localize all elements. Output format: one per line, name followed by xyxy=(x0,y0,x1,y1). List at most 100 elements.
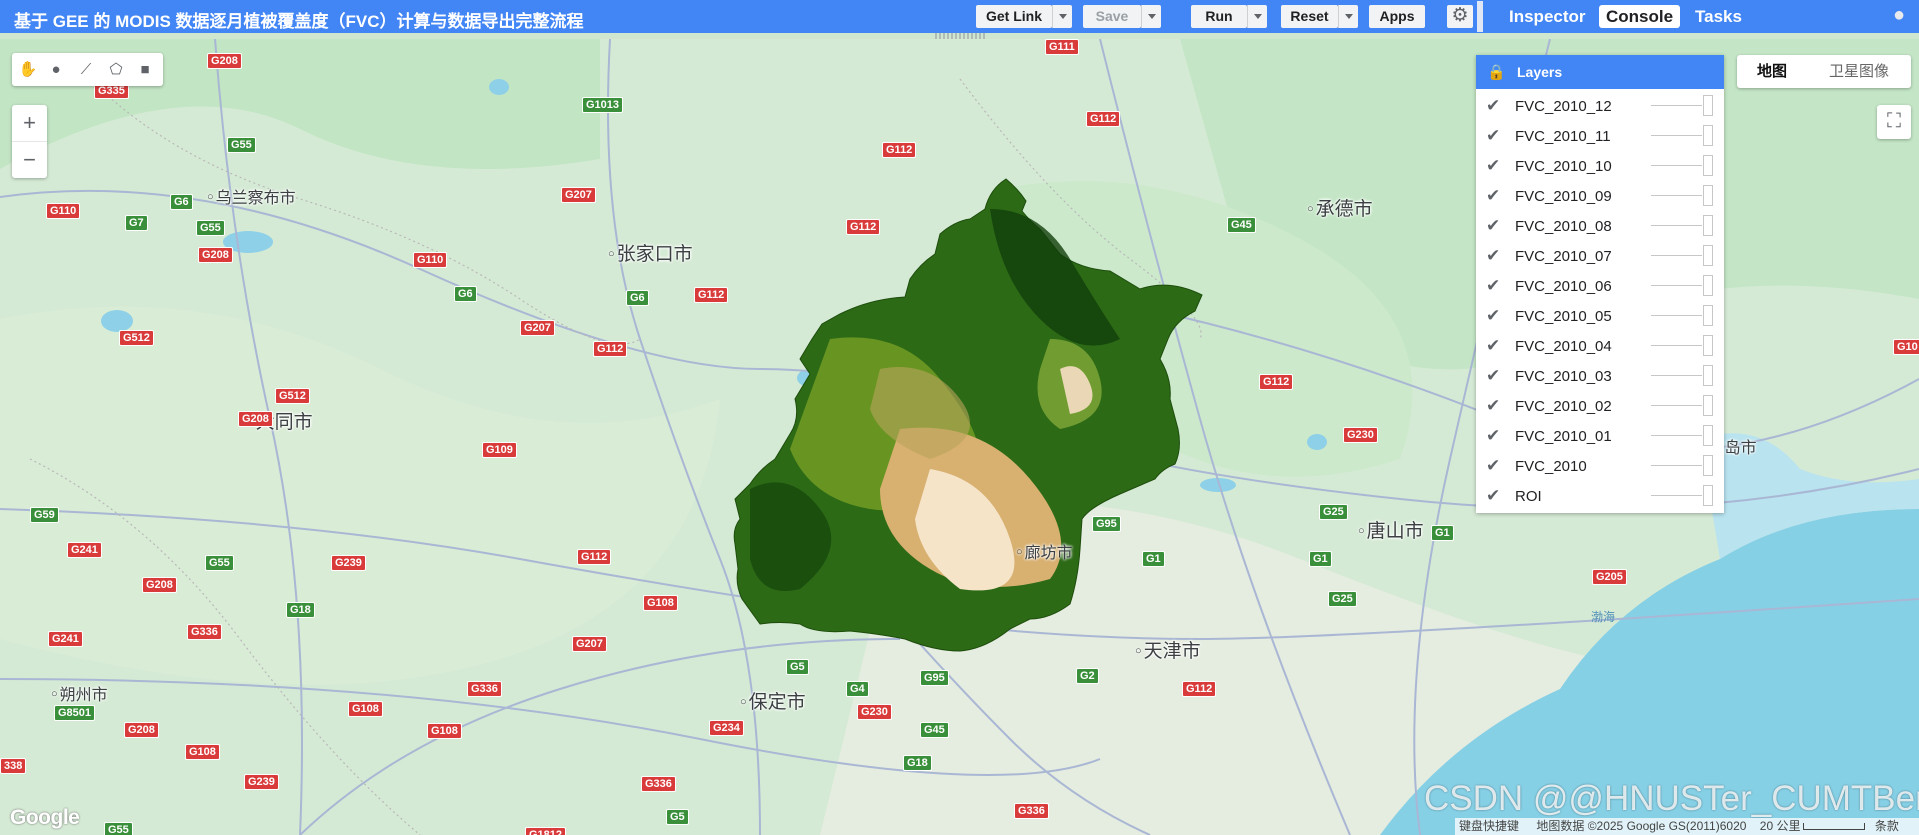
layer-opacity-knob[interactable] xyxy=(1703,95,1713,116)
layer-opacity-slider[interactable] xyxy=(1651,165,1702,166)
layer-opacity-slider[interactable] xyxy=(1651,465,1702,466)
reset-dropdown-icon[interactable] xyxy=(1338,5,1358,28)
layer-name: FVC_2010_02 xyxy=(1515,398,1612,415)
keyboard-shortcuts-link[interactable]: 键盘快捷键 xyxy=(1459,819,1519,833)
layer-opacity-knob[interactable] xyxy=(1703,335,1713,356)
layer-row[interactable]: ✔ FVC_2010_08 xyxy=(1476,211,1724,241)
layer-row[interactable]: ✔ FVC_2010_07 xyxy=(1476,241,1724,271)
highway-shield: G25 xyxy=(1319,504,1348,520)
tab-inspector[interactable]: Inspector xyxy=(1502,5,1593,28)
highway-shield: G230 xyxy=(1343,427,1378,443)
layer-visibility-checkbox[interactable]: ✔ xyxy=(1486,487,1504,505)
layer-visibility-checkbox[interactable]: ✔ xyxy=(1486,247,1504,265)
layer-row[interactable]: ✔ FVC_2010_09 xyxy=(1476,181,1724,211)
line-draw-icon[interactable]: ⟋ xyxy=(75,60,97,80)
layer-row[interactable]: ✔ FVC_2010_05 xyxy=(1476,301,1724,331)
layer-name: FVC_2010_05 xyxy=(1515,308,1612,325)
layer-visibility-checkbox[interactable]: ✔ xyxy=(1486,217,1504,235)
layer-row[interactable]: ✔ FVC_2010_03 xyxy=(1476,361,1724,391)
layer-opacity-slider[interactable] xyxy=(1651,105,1702,106)
layer-opacity-knob[interactable] xyxy=(1703,485,1713,506)
layer-name: FVC_2010_03 xyxy=(1515,368,1612,385)
layer-opacity-knob[interactable] xyxy=(1703,395,1713,416)
layer-row[interactable]: ✔ FVC_2010_02 xyxy=(1476,391,1724,421)
zoom-in-icon[interactable]: + xyxy=(12,105,47,141)
layer-opacity-slider[interactable] xyxy=(1651,285,1702,286)
layer-opacity-slider[interactable] xyxy=(1651,195,1702,196)
highway-shield: G2 xyxy=(1076,668,1099,684)
run-dropdown-icon[interactable] xyxy=(1247,5,1267,28)
zoom-out-icon[interactable]: − xyxy=(12,141,47,178)
run-button[interactable]: Run xyxy=(1191,5,1247,28)
layer-opacity-knob[interactable] xyxy=(1703,425,1713,446)
reset-button[interactable]: Reset xyxy=(1281,5,1338,28)
layer-opacity-knob[interactable] xyxy=(1703,275,1713,296)
layer-opacity-slider[interactable] xyxy=(1651,225,1702,226)
layer-visibility-checkbox[interactable]: ✔ xyxy=(1486,97,1504,115)
layer-opacity-knob[interactable] xyxy=(1703,305,1713,326)
layer-opacity-knob[interactable] xyxy=(1703,155,1713,176)
save-button[interactable]: Save xyxy=(1083,5,1141,28)
polygon-draw-icon[interactable]: ⬠ xyxy=(105,60,127,80)
layer-row[interactable]: ✔ FVC_2010_10 xyxy=(1476,151,1724,181)
fullscreen-icon[interactable]: ⛶ xyxy=(1877,105,1911,139)
get-link-dropdown-icon[interactable] xyxy=(1052,5,1072,28)
layer-row[interactable]: ✔ FVC_2010_01 xyxy=(1476,421,1724,451)
layer-opacity-slider[interactable] xyxy=(1651,405,1702,406)
terms-link[interactable]: 条款 xyxy=(1875,819,1899,833)
get-link-button[interactable]: Get Link xyxy=(976,5,1052,28)
tab-console[interactable]: Console xyxy=(1599,5,1681,28)
layer-opacity-slider[interactable] xyxy=(1651,435,1702,436)
apps-button[interactable]: Apps xyxy=(1369,5,1425,28)
map-type-satellite-button[interactable]: 卫星图像 xyxy=(1807,55,1911,88)
highway-shield: G5 xyxy=(786,659,809,675)
highway-shield: G230 xyxy=(857,704,892,720)
map-type-map-button[interactable]: 地图 xyxy=(1737,55,1807,88)
layer-row[interactable]: ✔ FVC_2010 xyxy=(1476,451,1724,481)
layer-opacity-knob[interactable] xyxy=(1703,245,1713,266)
panel-resize-handle[interactable] xyxy=(1477,1,1483,32)
layer-opacity-slider[interactable] xyxy=(1651,315,1702,316)
rectangle-draw-icon[interactable]: ■ xyxy=(134,60,156,80)
layer-opacity-knob[interactable] xyxy=(1703,185,1713,206)
highway-shield: G110 xyxy=(46,203,81,219)
settings-gear-icon[interactable]: ⚙ xyxy=(1447,5,1473,28)
layer-row[interactable]: ✔ FVC_2010_06 xyxy=(1476,271,1724,301)
layer-visibility-checkbox[interactable]: ✔ xyxy=(1486,277,1504,295)
layer-opacity-slider[interactable] xyxy=(1651,255,1702,256)
layer-visibility-checkbox[interactable]: ✔ xyxy=(1486,427,1504,445)
layer-visibility-checkbox[interactable]: ✔ xyxy=(1486,187,1504,205)
map-resize-handle[interactable] xyxy=(935,33,985,39)
layer-opacity-knob[interactable] xyxy=(1703,125,1713,146)
tab-tasks[interactable]: Tasks xyxy=(1688,5,1749,28)
layer-visibility-checkbox[interactable]: ✔ xyxy=(1486,397,1504,415)
lock-icon[interactable]: 🔒 xyxy=(1487,63,1506,81)
layer-opacity-slider[interactable] xyxy=(1651,495,1702,496)
layers-header[interactable]: 🔒 Layers xyxy=(1476,55,1724,89)
layer-name: FVC_2010 xyxy=(1515,458,1587,475)
save-dropdown-icon[interactable] xyxy=(1141,5,1161,28)
layer-opacity-knob[interactable] xyxy=(1703,455,1713,476)
layer-opacity-slider[interactable] xyxy=(1651,135,1702,136)
layer-opacity-slider[interactable] xyxy=(1651,345,1702,346)
highway-shield: G112 xyxy=(593,341,628,357)
layer-visibility-checkbox[interactable]: ✔ xyxy=(1486,337,1504,355)
pan-hand-icon[interactable]: ✋ xyxy=(17,60,39,80)
layer-row[interactable]: ✔ FVC_2010_11 xyxy=(1476,121,1724,151)
highway-shield: G234 xyxy=(709,720,744,736)
account-avatar-icon[interactable]: ● xyxy=(1893,3,1915,29)
map-data-text: 地图数据 ©2025 Google GS(2011)6020 xyxy=(1536,819,1747,833)
layer-row[interactable]: ✔ FVC_2010_12 xyxy=(1476,91,1724,121)
layer-opacity-slider[interactable] xyxy=(1651,375,1702,376)
layer-row[interactable]: ✔ FVC_2010_04 xyxy=(1476,331,1724,361)
layer-visibility-checkbox[interactable]: ✔ xyxy=(1486,457,1504,475)
layer-visibility-checkbox[interactable]: ✔ xyxy=(1486,127,1504,145)
point-marker-icon[interactable]: ● xyxy=(45,60,67,80)
layer-visibility-checkbox[interactable]: ✔ xyxy=(1486,157,1504,175)
layer-visibility-checkbox[interactable]: ✔ xyxy=(1486,307,1504,325)
layer-visibility-checkbox[interactable]: ✔ xyxy=(1486,367,1504,385)
layer-opacity-knob[interactable] xyxy=(1703,215,1713,236)
layer-row[interactable]: ✔ ROI xyxy=(1476,481,1724,511)
layer-opacity-knob[interactable] xyxy=(1703,365,1713,386)
highway-shield: G112 xyxy=(1182,681,1217,697)
